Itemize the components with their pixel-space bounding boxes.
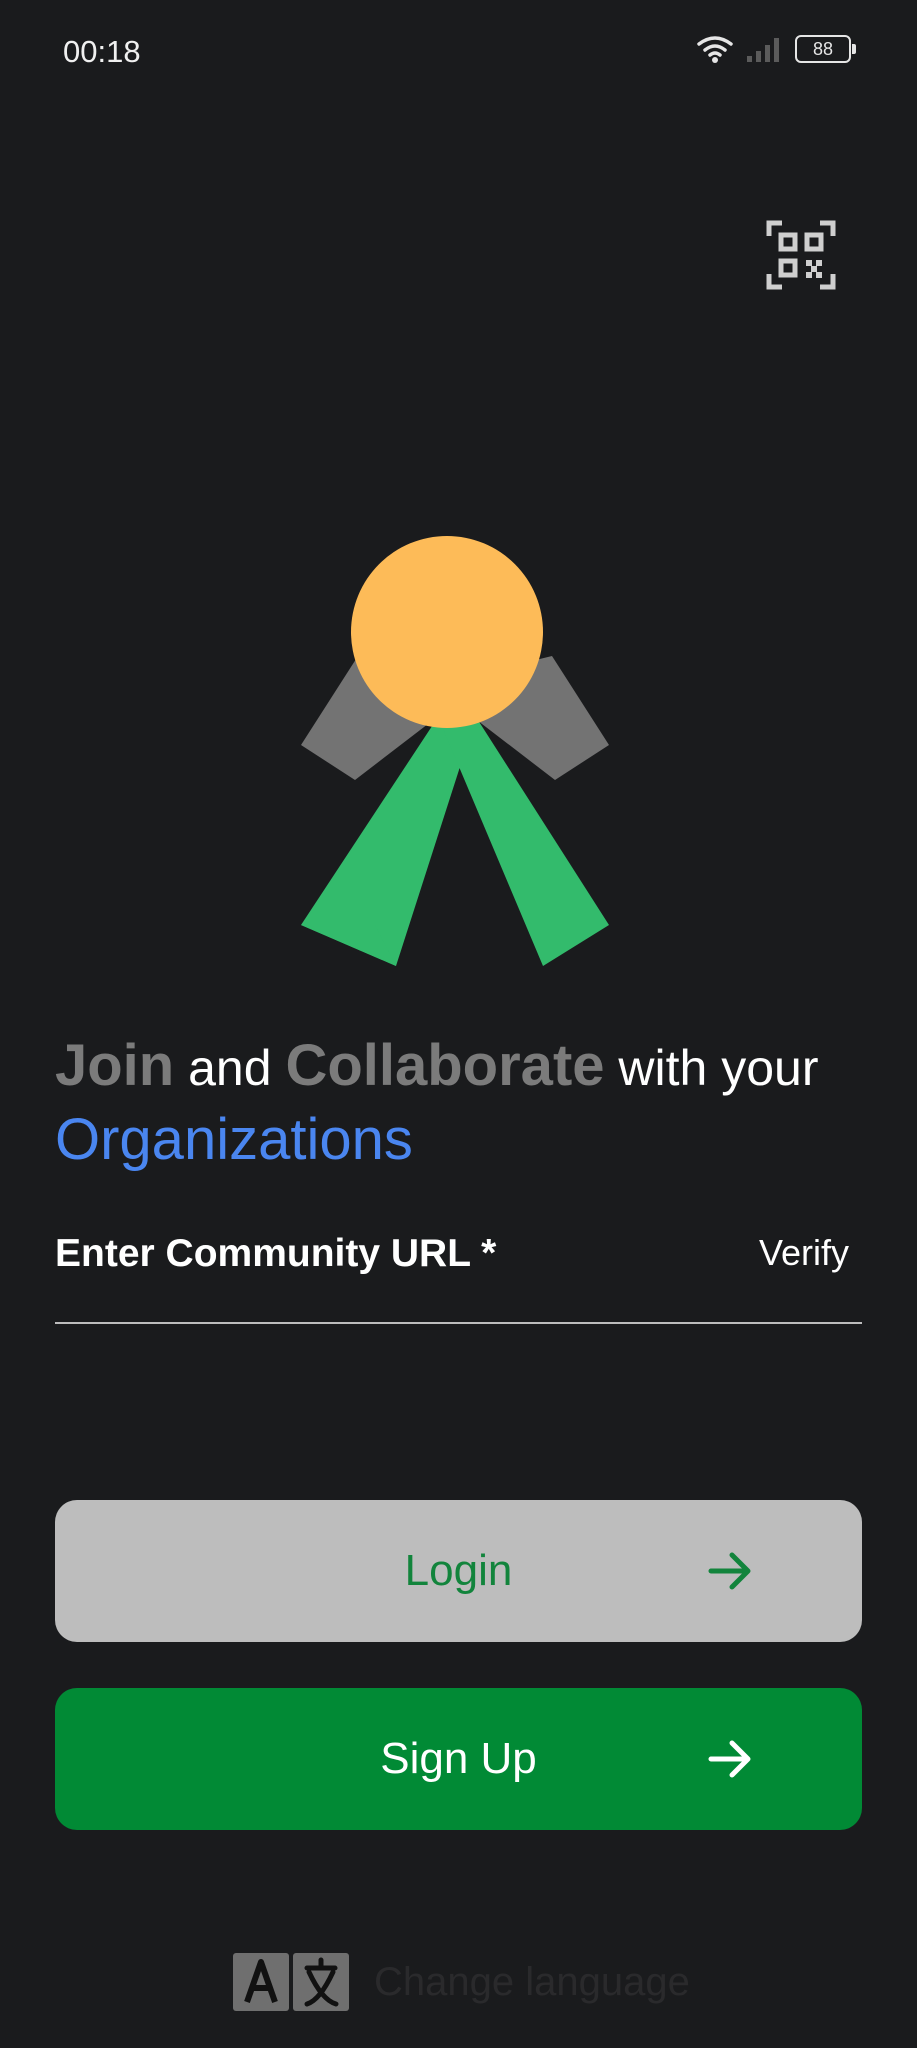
battery-icon: 88	[795, 35, 856, 63]
signal-icon	[747, 38, 779, 62]
login-button-label: Login	[404, 1546, 513, 1595]
status-bar: 00:18 88	[0, 0, 917, 105]
verify-button[interactable]: Verify	[759, 1232, 849, 1274]
headline-collaborate: Collaborate	[285, 1033, 605, 1098]
community-url-field[interactable]: Enter Community URL *	[55, 1232, 496, 1276]
signup-button[interactable]: Sign Up	[55, 1688, 862, 1830]
wifi-icon	[697, 36, 733, 63]
qr-code-icon[interactable]	[766, 220, 836, 290]
arrow-right-icon	[708, 1552, 751, 1590]
status-icons: 88	[695, 34, 856, 64]
battery-level: 88	[812, 38, 834, 59]
login-button[interactable]: Login	[55, 1500, 862, 1642]
signup-button-label: Sign Up	[380, 1734, 537, 1783]
app-logo	[301, 536, 609, 966]
headline-join: Join	[55, 1033, 175, 1098]
arrow-right-icon	[708, 1740, 751, 1778]
status-time: 00:18	[63, 34, 141, 69]
headline-with-your: with your	[604, 1040, 819, 1096]
change-language-button[interactable]: Change language	[232, 1952, 690, 2012]
headline: Join and Collaborate with your Organizat…	[55, 1030, 875, 1176]
headline-and: and	[174, 1040, 286, 1096]
change-language-label: Change language	[374, 1959, 690, 2004]
url-field-underline	[55, 1322, 862, 1324]
translate-icon	[233, 1953, 349, 2011]
headline-organizations: Organizations	[55, 1107, 413, 1172]
